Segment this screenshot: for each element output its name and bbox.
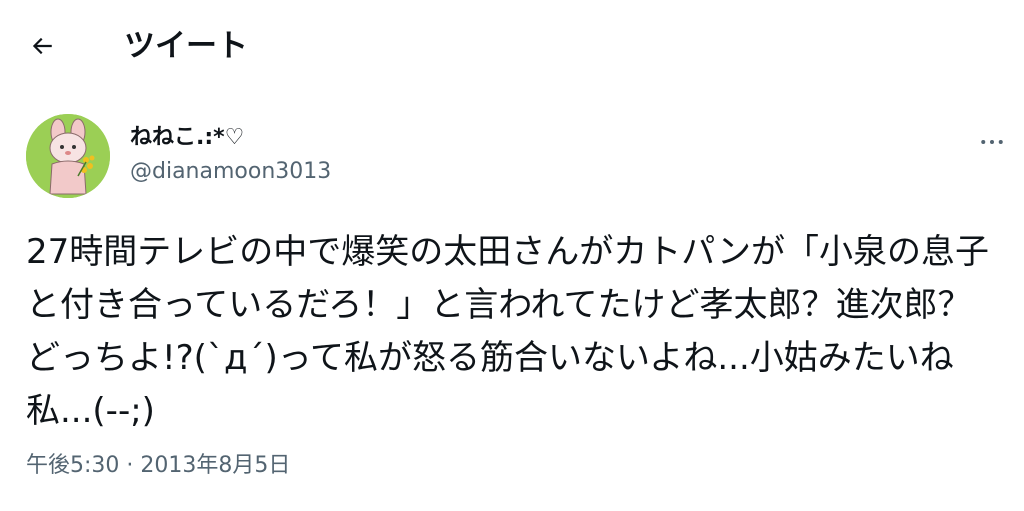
author-username[interactable]: @dianamoon3013 bbox=[130, 158, 331, 186]
avatar-image bbox=[26, 114, 110, 198]
author-display-name[interactable]: ねねこ.:*♡ bbox=[130, 124, 244, 152]
back-button[interactable] bbox=[20, 24, 64, 68]
tweet-timestamp: 午後5:30 · 2013年8月5日 bbox=[26, 452, 290, 480]
arrow-left-icon bbox=[32, 37, 52, 55]
more-horizontal-icon bbox=[981, 140, 1003, 144]
tweet-author: ねねこ.:*♡ @dianamoon3013 bbox=[26, 114, 1006, 198]
avatar[interactable] bbox=[26, 114, 110, 198]
page-header: ツイート bbox=[0, 0, 1024, 92]
tweet-time[interactable]: 午後5:30 bbox=[26, 453, 119, 478]
page-title: ツイート bbox=[124, 28, 248, 64]
more-options-button[interactable] bbox=[972, 122, 1012, 162]
tweet-text: 27時間テレビの中で爆笑の太田さんがカトパンが「小泉の息子と付き合っているだろ！… bbox=[26, 232, 989, 431]
tweet-date[interactable]: 2013年8月5日 bbox=[140, 453, 290, 478]
timestamp-separator: · bbox=[126, 453, 134, 478]
